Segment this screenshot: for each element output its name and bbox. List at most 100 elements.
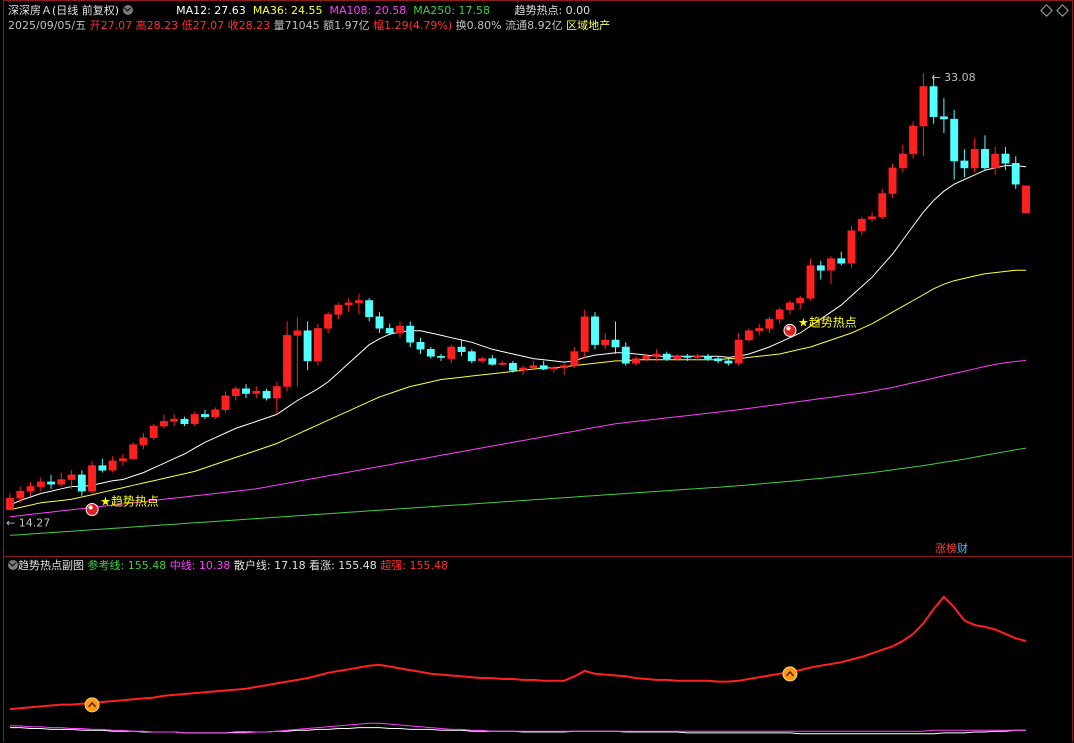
candle-body <box>293 330 302 336</box>
signal-label: ★趋势热点 <box>100 494 159 508</box>
candle-body <box>703 356 712 359</box>
candle-body <box>734 339 743 364</box>
candle-body <box>1001 153 1010 164</box>
candle-body <box>57 479 66 485</box>
candle-body <box>868 216 877 220</box>
candle-body <box>334 304 343 315</box>
signal-ball-highlight <box>88 505 93 510</box>
candle-body <box>1011 163 1020 185</box>
candle-body <box>180 418 189 425</box>
candle-body <box>601 339 610 345</box>
ref-line <box>9 595 1027 711</box>
candle-body <box>344 302 353 306</box>
candle-body <box>498 363 507 365</box>
candle-body <box>406 325 415 343</box>
candle-body <box>488 358 497 365</box>
candle-body <box>16 490 25 499</box>
candle-body <box>950 118 959 162</box>
candle-body <box>837 258 846 264</box>
candle-body <box>118 458 127 462</box>
candle-body <box>416 342 425 350</box>
sub-signal-icon <box>84 697 100 713</box>
candle-body <box>580 316 589 352</box>
candle-body <box>221 395 230 411</box>
candle-body <box>385 328 394 334</box>
candle-body <box>519 367 528 371</box>
candle-body <box>786 302 794 311</box>
candle-body <box>508 363 517 371</box>
max-price-label: ← 33.08 <box>931 71 975 84</box>
candle-body <box>303 330 312 362</box>
sub-signal-icon <box>782 666 798 682</box>
candle-body <box>960 160 969 169</box>
candle-body <box>621 346 630 364</box>
candle-body <box>806 265 815 299</box>
candle-body <box>929 86 938 117</box>
candle-body <box>857 218 866 231</box>
candle-body <box>909 125 918 155</box>
candle-body <box>149 425 158 438</box>
candle-body <box>437 356 445 358</box>
candle-body <box>775 309 784 320</box>
candle-body <box>313 328 322 362</box>
candle-body <box>673 356 682 359</box>
candle-body <box>591 316 599 345</box>
candle-body <box>67 474 76 480</box>
candle-body <box>765 318 774 329</box>
candle-body <box>426 349 435 357</box>
candle-body <box>6 497 14 510</box>
candle-body <box>796 297 805 304</box>
ma250-line <box>9 447 1027 536</box>
candle-body <box>365 300 374 318</box>
candle-body <box>159 421 168 427</box>
candle-body <box>457 346 466 352</box>
candle-body <box>354 300 363 304</box>
candle-body <box>888 167 897 194</box>
candle-body <box>375 316 384 329</box>
candle-body <box>447 346 456 359</box>
candle-body <box>139 437 148 445</box>
candle-body <box>201 414 209 417</box>
candle-body <box>272 386 281 399</box>
signal-label: ★趋势热点 <box>798 315 857 329</box>
candle-body <box>632 358 640 364</box>
candle-body <box>467 351 476 362</box>
candle-body <box>36 481 45 487</box>
candle-body <box>755 328 764 331</box>
candle-body <box>683 356 692 358</box>
candle-body <box>1022 185 1030 214</box>
candle-body <box>611 339 620 348</box>
candle-body <box>98 465 107 471</box>
candle-body <box>816 265 825 271</box>
candle-body <box>108 460 117 471</box>
candle-body <box>88 465 97 492</box>
candle-body <box>129 444 138 459</box>
candle-body <box>231 388 240 397</box>
candle-body <box>652 353 661 357</box>
candle-body <box>847 230 856 264</box>
candle-body <box>47 481 56 485</box>
candle-body <box>744 330 753 341</box>
candle-body <box>539 365 548 370</box>
candle-body <box>170 418 179 422</box>
signal-ball-icon <box>85 502 99 516</box>
signal-ball-icon <box>783 323 797 337</box>
candle-body <box>252 390 261 394</box>
ma108-line <box>9 360 1027 518</box>
candle-body <box>991 153 1000 169</box>
candle-body <box>283 335 292 387</box>
candle-body <box>77 474 86 492</box>
candle-body <box>211 409 220 418</box>
retail-line <box>10 727 1026 735</box>
ma36-line <box>9 269 1026 511</box>
candle-body <box>724 360 733 364</box>
main-chart[interactable]: ← 33.08 ← 14.27 ★趋势热点 ★趋势热点 <box>0 0 1074 743</box>
candle-body <box>262 390 271 399</box>
candle-body <box>898 153 907 169</box>
candle-body <box>560 365 569 369</box>
candle-body <box>529 365 538 369</box>
candle-body <box>478 358 487 362</box>
candle-body <box>693 356 702 358</box>
candle-body <box>827 258 835 271</box>
candle-body <box>970 149 979 169</box>
